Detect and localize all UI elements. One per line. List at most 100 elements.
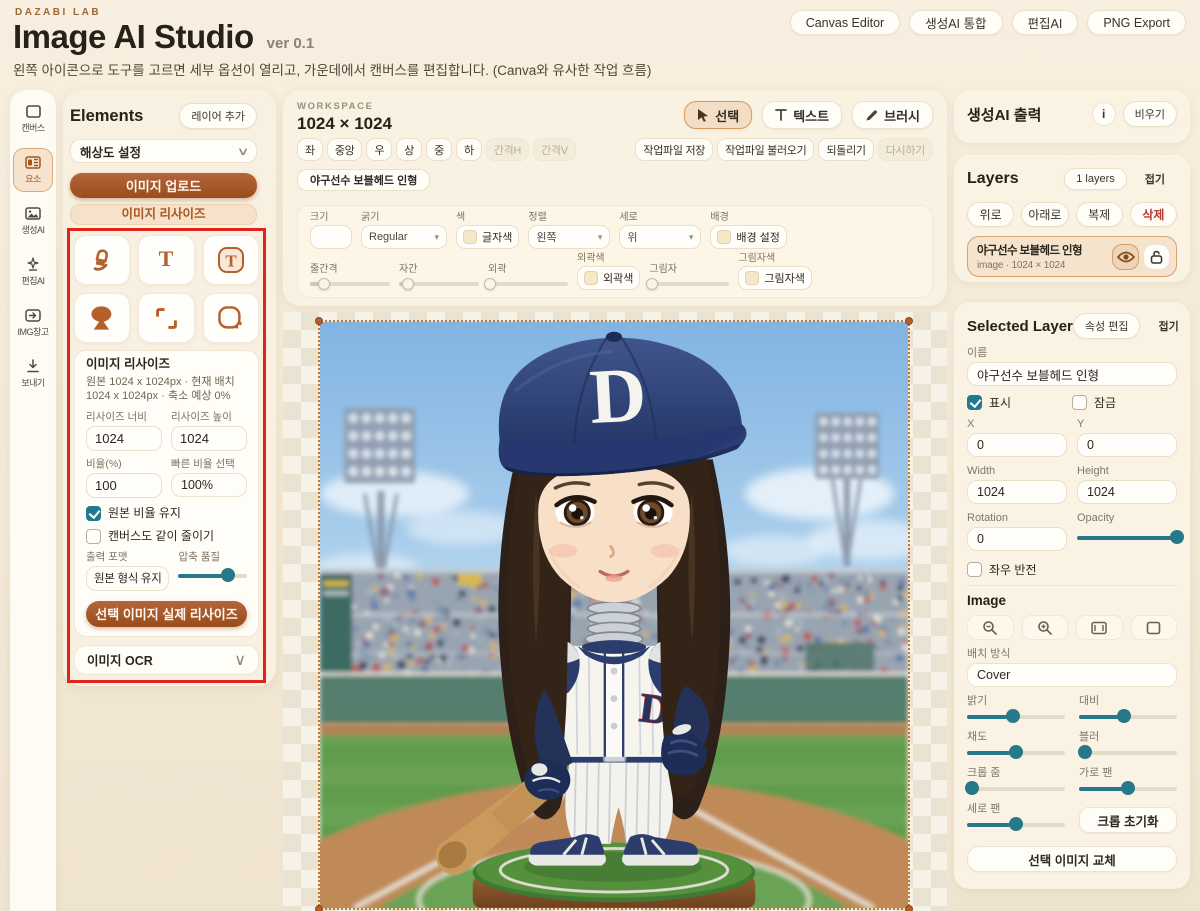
- marker-tool-button[interactable]: [74, 235, 130, 285]
- clear-button[interactable]: 비우기: [1123, 101, 1177, 127]
- align-left-button[interactable]: 좌: [297, 138, 323, 161]
- shadow-color-button[interactable]: 그림자색: [738, 266, 811, 290]
- crop-zoom-slider[interactable]: [967, 782, 1065, 795]
- rotation-input[interactable]: [967, 527, 1067, 551]
- align-bottom-button[interactable]: 하: [456, 138, 482, 161]
- selection-handle[interactable]: [905, 317, 913, 325]
- text-tool-toolbar-button[interactable]: 텍스트: [762, 101, 842, 129]
- gap-h-button[interactable]: 간격H: [486, 138, 529, 161]
- selection-handle[interactable]: [315, 317, 323, 325]
- canvas[interactable]: D: [320, 322, 908, 908]
- font-weight-select[interactable]: Regular▾: [361, 225, 447, 249]
- zoom-in-button[interactable]: [1022, 615, 1069, 640]
- fit-width-button[interactable]: [1076, 615, 1123, 640]
- x-input[interactable]: [967, 433, 1067, 457]
- outline-slider[interactable]: [488, 277, 568, 290]
- align-center-button[interactable]: 중앙: [327, 138, 363, 161]
- quality-slider[interactable]: [178, 569, 247, 582]
- format-select[interactable]: 원본 형식 유지: [86, 566, 169, 591]
- layer-visibility-button[interactable]: [1112, 244, 1139, 270]
- align-middle-button[interactable]: 중: [426, 138, 452, 161]
- fit-frame-button[interactable]: [1131, 615, 1178, 640]
- layer-item[interactable]: 야구선수 보블헤드 인형 image · 1024 × 1024: [967, 236, 1177, 277]
- quick-ratio-select[interactable]: 100%: [171, 473, 247, 497]
- text-align-select[interactable]: 왼쪽▾: [528, 225, 610, 249]
- select-tool-button[interactable]: 선택: [684, 101, 752, 129]
- canvas-editor-button[interactable]: Canvas Editor: [790, 10, 901, 35]
- rail-item-gen-ai[interactable]: 생성AI: [13, 199, 53, 243]
- png-export-button[interactable]: PNG Export: [1087, 10, 1186, 35]
- flip-checkbox[interactable]: 좌우 반전: [967, 562, 1177, 577]
- crop-tool-button[interactable]: [138, 293, 194, 343]
- layer-lock-button[interactable]: [1143, 244, 1170, 270]
- rail-item-img-storage[interactable]: IMG창고: [13, 301, 53, 345]
- resize-height-input[interactable]: [171, 426, 247, 451]
- lock-checkbox[interactable]: 잠금: [1072, 395, 1177, 410]
- outline-color-button[interactable]: 외곽색: [577, 266, 640, 290]
- fit-mode-select[interactable]: Cover: [967, 663, 1177, 687]
- add-layer-button[interactable]: 레이어 추가: [179, 103, 257, 129]
- rail-item-export[interactable]: 보내기: [13, 352, 53, 396]
- active-layer-pill[interactable]: 야구선수 보블헤드 인형: [297, 169, 430, 191]
- resolution-select[interactable]: 해상도 설정 ∨: [70, 139, 257, 163]
- pan-x-slider[interactable]: [1079, 782, 1177, 795]
- line-height-slider[interactable]: [310, 277, 390, 290]
- shape-tool-button[interactable]: [74, 293, 130, 343]
- layer-down-button[interactable]: 아래로: [1021, 202, 1068, 227]
- gap-v-button[interactable]: 간격V: [533, 138, 576, 161]
- shadow-slider[interactable]: [649, 277, 729, 290]
- y-input[interactable]: [1077, 433, 1177, 457]
- letter-spacing-slider[interactable]: [399, 277, 479, 290]
- layer-name-input[interactable]: [967, 362, 1177, 386]
- selection-handle[interactable]: [905, 905, 913, 911]
- image-upload-button[interactable]: 이미지 업로드: [70, 173, 257, 198]
- contrast-slider[interactable]: [1079, 710, 1177, 723]
- redo-button[interactable]: 다시하기: [878, 138, 933, 161]
- selection-handle[interactable]: [315, 905, 323, 911]
- pan-y-slider[interactable]: [967, 818, 1065, 831]
- brightness-slider[interactable]: [967, 710, 1065, 723]
- crop-reset-button[interactable]: 크롭 초기화: [1079, 807, 1177, 833]
- load-file-button[interactable]: 작업파일 불러오기: [717, 138, 814, 161]
- canvas-image-baseball-bobblehead[interactable]: D: [320, 322, 908, 908]
- edit-props-button[interactable]: 속성 편집: [1073, 313, 1141, 339]
- edit-ai-button[interactable]: 편집AI: [1012, 10, 1079, 35]
- show-checkbox[interactable]: 표시: [967, 395, 1072, 410]
- rail-item-edit-ai[interactable]: 편집AI: [13, 250, 53, 294]
- info-button[interactable]: i: [1092, 102, 1116, 126]
- brush-tool-button[interactable]: 브러시: [852, 101, 933, 129]
- shrink-canvas-checkbox[interactable]: 캔버스도 같이 줄이기: [86, 529, 247, 544]
- gen-ai-button[interactable]: 생성AI 통합: [909, 10, 1002, 35]
- layer-delete-button[interactable]: 삭제: [1130, 202, 1177, 227]
- apply-resize-button[interactable]: 선택 이미지 실제 리사이즈: [86, 601, 247, 627]
- text-valign-select[interactable]: 위▾: [619, 225, 701, 249]
- rail-item-canvas[interactable]: 캔버스: [13, 97, 53, 141]
- text-box-tool-button[interactable]: T: [203, 235, 259, 285]
- layer-duplicate-button[interactable]: 복제: [1076, 202, 1123, 227]
- keep-ratio-checkbox[interactable]: 원본 비율 유지: [86, 506, 247, 521]
- ratio-input[interactable]: [86, 473, 162, 498]
- undo-button[interactable]: 되돌리기: [818, 138, 873, 161]
- blur-slider[interactable]: [1079, 746, 1177, 759]
- text-tool-button[interactable]: T: [138, 235, 194, 285]
- align-right-button[interactable]: 우: [366, 138, 392, 161]
- rail-item-elements[interactable]: 요소: [13, 148, 53, 192]
- font-size-input[interactable]: [310, 225, 352, 249]
- opacity-slider[interactable]: [1077, 531, 1177, 544]
- save-file-button[interactable]: 작업파일 저장: [635, 138, 713, 161]
- replace-image-button[interactable]: 선택 이미지 교체: [967, 846, 1177, 872]
- align-top-button[interactable]: 상: [396, 138, 422, 161]
- text-color-button[interactable]: 글자색: [456, 225, 519, 249]
- selected-fold-button[interactable]: 접기: [1146, 313, 1190, 339]
- saturation-slider[interactable]: [967, 746, 1065, 759]
- resize-width-input[interactable]: [86, 426, 162, 451]
- width-input[interactable]: [967, 480, 1067, 504]
- zoom-out-button[interactable]: [967, 615, 1014, 640]
- image-ocr-section[interactable]: 이미지 OCR ∨: [74, 645, 259, 675]
- image-resize-button[interactable]: 이미지 리사이즈: [70, 204, 257, 225]
- layers-fold-button[interactable]: 접기: [1133, 166, 1177, 192]
- rounded-rect-tool-button[interactable]: [203, 293, 259, 343]
- layer-up-button[interactable]: 위로: [967, 202, 1014, 227]
- bg-color-button[interactable]: 배경 설정: [710, 225, 787, 249]
- height-input[interactable]: [1077, 480, 1177, 504]
